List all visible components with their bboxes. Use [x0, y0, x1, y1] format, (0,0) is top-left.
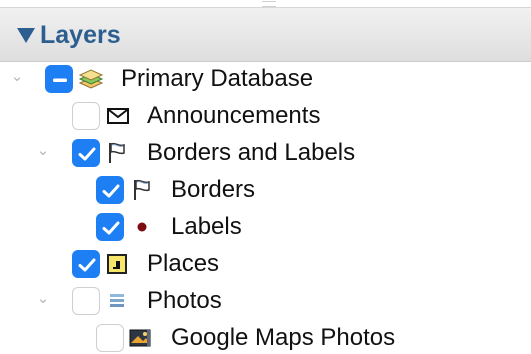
labels-checkbox[interactable]: [96, 213, 124, 241]
tree-row-photos[interactable]: ⌄ Photos: [0, 283, 531, 319]
borders-checkbox[interactable]: [96, 176, 124, 204]
labels-label: Labels: [171, 213, 242, 240]
panel-splitter[interactable]: [0, 0, 531, 8]
borders-and-labels-checkbox[interactable]: [72, 139, 100, 167]
expand-chevron-down-icon[interactable]: ⌄: [9, 69, 25, 85]
stacked-layers-icon: [78, 69, 104, 89]
places-icon: [107, 254, 127, 274]
checkmark-icon: [78, 258, 96, 272]
checkmark-icon: [78, 147, 96, 161]
tree-row-places[interactable]: Places: [0, 246, 531, 282]
primary-database-checkbox[interactable]: [45, 65, 73, 93]
expand-chevron-down-icon[interactable]: ⌄: [35, 291, 51, 307]
tree-row-labels[interactable]: Labels: [0, 209, 531, 245]
photo-icon: [129, 329, 151, 347]
splitter-grip-icon[interactable]: [262, 1, 276, 7]
announcements-label: Announcements: [147, 102, 321, 129]
collapse-triangle-icon[interactable]: [17, 28, 35, 43]
expand-chevron-down-icon[interactable]: ⌄: [35, 143, 51, 159]
mixed-state-icon: [53, 78, 67, 82]
tree-row-primary-database[interactable]: ⌄ Primary Database: [0, 61, 531, 97]
flag-icon: [109, 142, 125, 163]
envelope-icon: [107, 108, 129, 124]
google-maps-photos-label: Google Maps Photos: [171, 324, 396, 351]
tree-row-borders[interactable]: Borders: [0, 172, 531, 208]
photos-label: Photos: [147, 287, 222, 314]
google-maps-photos-checkbox[interactable]: [96, 324, 124, 352]
borders-and-labels-label: Borders and Labels: [147, 139, 356, 166]
layers-panel-title: Layers: [40, 21, 121, 49]
places-checkbox[interactable]: [72, 250, 100, 278]
layers-panel-header[interactable]: Layers: [0, 8, 531, 62]
primary-database-label: Primary Database: [121, 65, 314, 92]
dot-icon: [137, 222, 147, 232]
photos-list-icon: [110, 294, 124, 307]
flag-icon: [134, 179, 150, 200]
announcements-checkbox[interactable]: [72, 102, 100, 130]
tree-row-borders-and-labels[interactable]: ⌄ Borders and Labels: [0, 135, 531, 171]
checkmark-icon: [102, 221, 120, 235]
photos-checkbox[interactable]: [72, 287, 100, 315]
borders-label: Borders: [171, 176, 256, 203]
tree-row-google-maps-photos[interactable]: Google Maps Photos: [0, 320, 531, 354]
checkmark-icon: [102, 184, 120, 198]
places-label: Places: [147, 250, 220, 277]
tree-row-announcements[interactable]: Announcements: [0, 98, 531, 134]
